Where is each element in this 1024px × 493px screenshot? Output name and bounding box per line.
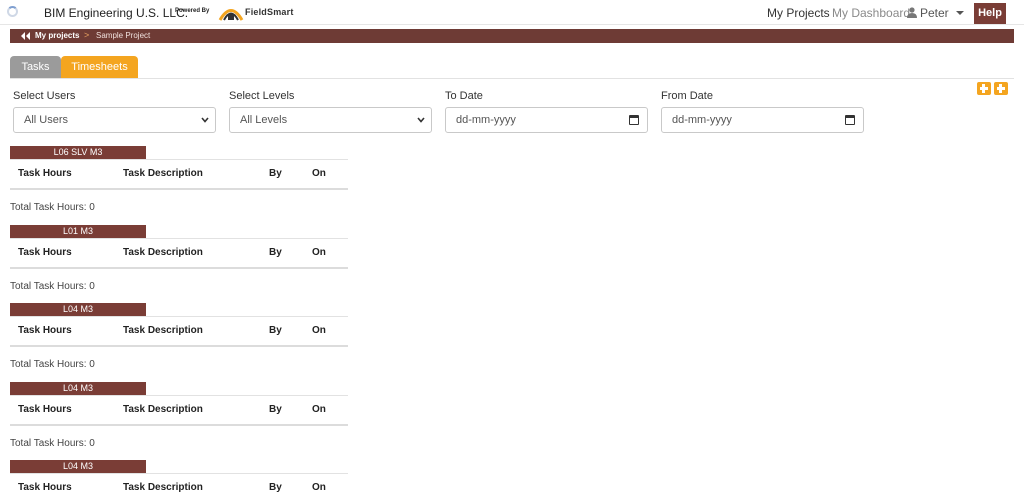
divider [10, 473, 348, 474]
col-on: On [312, 325, 326, 336]
level-tag: L04 M3 [10, 460, 146, 473]
fieldsmart-logo-icon [218, 9, 244, 21]
divider [10, 316, 348, 317]
chevron-down-icon[interactable] [956, 11, 964, 15]
col-task-description: Task Description [123, 482, 203, 493]
to-date-input[interactable]: dd-mm-yyyy [445, 107, 648, 133]
col-task-hours: Task Hours [18, 247, 72, 258]
company-name: BIM Engineering U.S. LLC. [44, 6, 189, 20]
level-tag: L06 SLV M3 [10, 146, 146, 159]
breadcrumb-my-projects-link[interactable]: My projects [35, 31, 79, 40]
add-icon[interactable] [977, 82, 991, 95]
divider [10, 238, 348, 239]
col-task-description: Task Description [123, 168, 203, 179]
col-task-hours: Task Hours [18, 404, 72, 415]
total-task-hours: Total Task Hours: 0 [10, 438, 95, 449]
powered-by-label: Powered By [175, 8, 210, 14]
user-menu-toggle[interactable]: Peter [920, 6, 949, 20]
col-task-hours: Task Hours [18, 168, 72, 179]
select-levels-value: All Levels [240, 114, 288, 126]
col-by: By [269, 482, 282, 493]
help-button[interactable]: Help [974, 3, 1006, 24]
from-date-input[interactable]: dd-mm-yyyy [661, 107, 864, 133]
chevron-down-icon [417, 117, 425, 123]
double-chevron-left-icon[interactable] [20, 32, 32, 40]
total-task-hours: Total Task Hours: 0 [10, 359, 95, 370]
select-users-value: All Users [24, 114, 69, 126]
total-task-hours: Total Task Hours: 0 [10, 281, 95, 292]
col-task-description: Task Description [123, 404, 203, 415]
from-date-label: From Date [661, 90, 713, 102]
divider [10, 424, 348, 426]
col-on: On [312, 404, 326, 415]
fieldsmart-brand: FieldSmart [245, 7, 294, 17]
divider [10, 395, 348, 396]
total-task-hours: Total Task Hours: 0 [10, 202, 95, 213]
level-tag: L04 M3 [10, 382, 146, 395]
col-by: By [269, 168, 282, 179]
col-task-hours: Task Hours [18, 482, 72, 493]
col-by: By [269, 325, 282, 336]
nav-my-projects-link[interactable]: My Projects [767, 6, 830, 20]
divider [10, 345, 348, 347]
col-on: On [312, 247, 326, 258]
breadcrumb-separator: > [84, 30, 90, 40]
select-levels-label: Select Levels [229, 90, 295, 102]
tab-timesheets[interactable]: Timesheets [61, 56, 138, 78]
chevron-down-icon [201, 117, 209, 123]
col-on: On [312, 482, 326, 493]
col-by: By [269, 247, 282, 258]
col-task-hours: Task Hours [18, 325, 72, 336]
breadcrumb-current: Sample Project [96, 31, 151, 40]
breadcrumb: My projects > Sample Project [10, 29, 1014, 43]
col-by: By [269, 404, 282, 415]
calendar-icon[interactable] [845, 115, 855, 125]
nav-my-dashboard-link[interactable]: My Dashboard [832, 6, 910, 20]
loading-spinner-icon [7, 6, 18, 17]
select-users-label: Select Users [13, 90, 76, 102]
tab-divider [10, 78, 1014, 79]
user-icon [907, 7, 917, 18]
add-icon[interactable] [994, 82, 1008, 95]
to-date-label: To Date [445, 90, 483, 102]
top-bar: BIM Engineering U.S. LLC. Powered By Fie… [0, 0, 1024, 25]
to-date-placeholder: dd-mm-yyyy [456, 114, 516, 126]
calendar-icon[interactable] [629, 115, 639, 125]
select-users-dropdown[interactable]: All Users [13, 107, 216, 133]
col-task-description: Task Description [123, 247, 203, 258]
tab-tasks[interactable]: Tasks [10, 56, 61, 78]
divider [10, 159, 348, 160]
col-on: On [312, 168, 326, 179]
from-date-placeholder: dd-mm-yyyy [672, 114, 732, 126]
select-levels-dropdown[interactable]: All Levels [229, 107, 432, 133]
col-task-description: Task Description [123, 325, 203, 336]
divider [10, 188, 348, 190]
divider [10, 267, 348, 269]
level-tag: L01 M3 [10, 225, 146, 238]
level-tag: L04 M3 [10, 303, 146, 316]
